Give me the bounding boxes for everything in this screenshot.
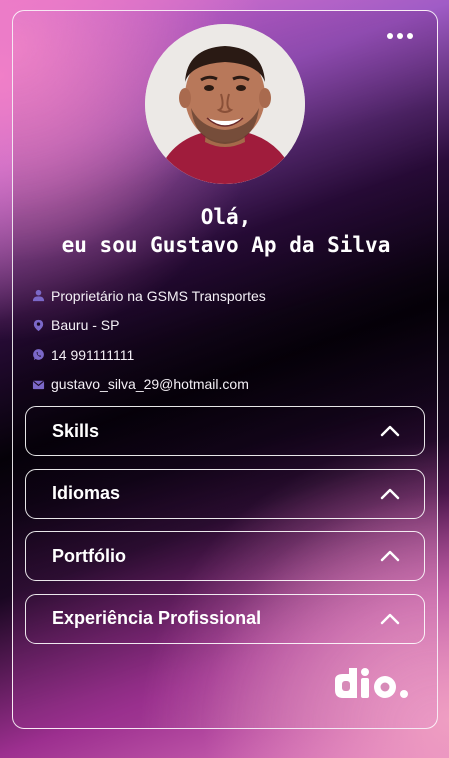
info-phone: 14 991111111 xyxy=(31,340,266,370)
dio-logo xyxy=(331,668,411,700)
info-location: Bauru - SP xyxy=(31,311,266,341)
section-portfolio-label: Portfólio xyxy=(52,545,126,566)
greeting-line-1: Olá, xyxy=(200,205,252,229)
avatar-photo xyxy=(145,24,305,184)
greeting-heading: Olá, eu sou Gustavo Ap da Silva xyxy=(13,203,439,259)
mail-icon xyxy=(31,377,45,391)
info-email: gustavo_silva_29@hotmail.com xyxy=(31,370,266,400)
section-skills-label: Skills xyxy=(52,420,100,441)
section-portfolio[interactable]: Portfólio xyxy=(25,531,425,581)
greeting-line-2: eu sou Gustavo Ap da Silva xyxy=(61,233,391,257)
location-pin-icon xyxy=(31,318,45,332)
section-idiomas-label: Idiomas xyxy=(52,483,121,503)
sections-accordion: Skills Idiomas Portfólio Experiência Pro… xyxy=(25,406,425,656)
section-experiencia[interactable]: Experiência Profissional xyxy=(25,593,425,644)
chevron-up-icon[interactable] xyxy=(380,550,400,562)
profile-card: Olá, eu sou Gustavo Ap da Silva Propriet… xyxy=(12,10,438,729)
info-location-text: Bauru - SP xyxy=(51,317,120,334)
chevron-up-icon[interactable] xyxy=(380,425,400,437)
info-phone-text: 14 991111111 xyxy=(51,346,135,363)
user-icon xyxy=(31,289,45,303)
chevron-up-icon[interactable] xyxy=(380,488,400,500)
more-options-icon[interactable] xyxy=(387,33,413,39)
profile-avatar xyxy=(145,24,305,184)
section-idiomas[interactable]: Idiomas xyxy=(25,468,425,519)
info-email-text: gustavo_silva_29@hotmail.com xyxy=(51,376,249,393)
chevron-up-icon[interactable] xyxy=(380,613,400,625)
section-experiencia-label: Experiência Profissional xyxy=(52,608,262,628)
whatsapp-icon xyxy=(31,348,45,362)
section-skills[interactable]: Skills xyxy=(25,406,425,456)
info-occupation-text: Proprietário na GSMS Transportes xyxy=(51,287,266,304)
contact-info-list: Proprietário na GSMS Transportes Bauru -… xyxy=(31,281,266,399)
info-occupation: Proprietário na GSMS Transportes xyxy=(31,281,266,311)
